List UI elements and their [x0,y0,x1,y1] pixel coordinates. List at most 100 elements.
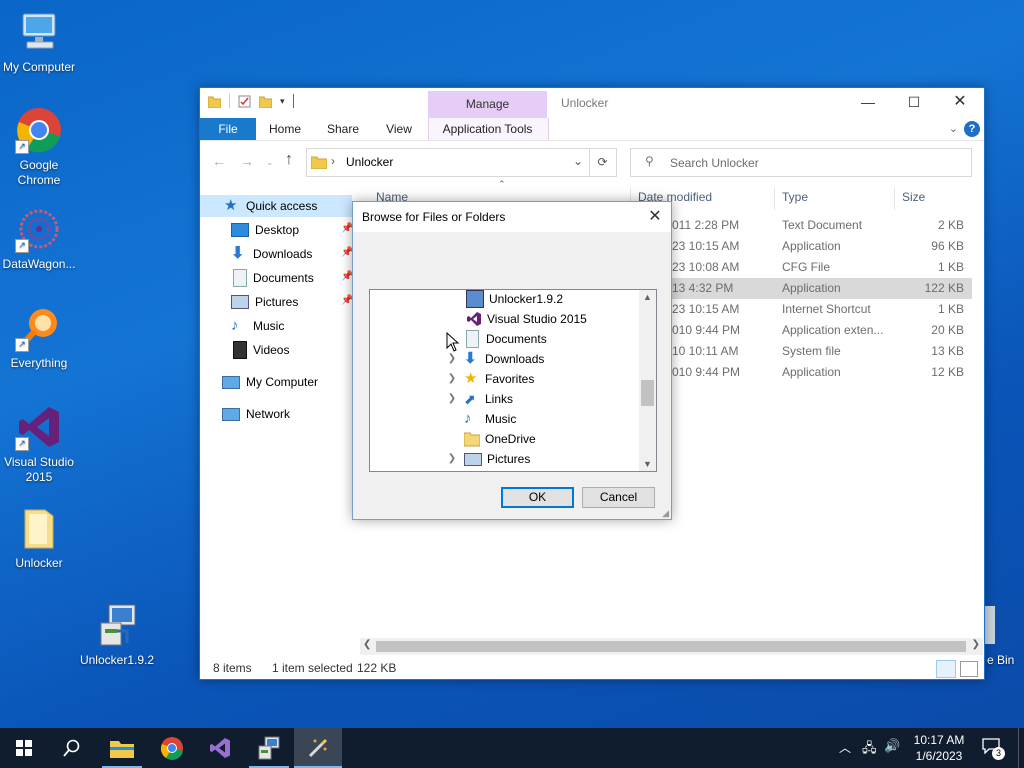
tree-item-links[interactable]: ❯ ⬈ Links [446,389,513,409]
desktop-icon-visual-studio[interactable]: ↗ Visual Studio 2015 [1,403,77,485]
desktop-icon-unlocker-folder[interactable]: Unlocker [1,504,77,571]
notification-center-button[interactable]: 3 [980,736,1006,760]
show-hidden-icons-icon[interactable]: ︿ [839,739,851,756]
tree-item-documents[interactable]: Documents [446,329,547,349]
nav-item-quick-access[interactable]: ★ Quick access [224,195,317,217]
expand-arrow-icon[interactable]: ❯ [446,449,458,469]
documents-icon [466,330,479,348]
tab-file[interactable]: File [200,118,256,140]
volume-icon[interactable]: 🔊 [884,738,900,754]
taskbar-file-explorer[interactable] [98,728,146,768]
pictures-icon [464,452,482,466]
desktop-icon [231,223,249,237]
customize-qat-icon[interactable]: ▾ [280,96,285,107]
forward-arrow-icon[interactable]: → [240,153,254,169]
shortcut-arrow-icon: ↗ [15,338,29,352]
expand-arrow-icon[interactable]: ❯ [446,349,458,369]
star-icon: ★ [224,197,238,214]
tab-share[interactable]: Share [322,118,364,140]
desktop-icon-datawagon[interactable]: ↗ DataWagon... [1,205,77,272]
desktop-icon-recycle-bin[interactable]: e Bin [985,604,1024,670]
tree-item-music[interactable]: ♪ Music [446,409,516,429]
installer-icon [258,736,280,760]
tree-item-visual-studio[interactable]: Visual Studio 2015 [466,309,587,329]
address-bar[interactable]: › Unlocker ⌄ [306,148,590,177]
back-arrow-icon[interactable]: ← [212,153,226,169]
scroll-right-icon[interactable]: ❯ [972,639,980,650]
search-input[interactable]: ⚲ Search Unlocker [630,148,972,177]
taskbar-visual-studio[interactable] [196,728,244,768]
refresh-button[interactable]: ⟳ [589,148,617,177]
tree-item-favorites[interactable]: ❯ ★ Favorites [446,369,535,389]
item-count: 8 items [213,661,252,675]
close-icon[interactable]: ✕ [645,206,665,226]
tree-item-onedrive[interactable]: OneDrive [446,429,536,449]
mouse-cursor-icon [446,332,460,352]
show-desktop-button[interactable] [1018,728,1024,768]
tree-item-downloads[interactable]: ❯ ⬇ Downloads [446,349,545,369]
clock[interactable]: 10:17 AM 1/6/2023 [906,731,972,765]
scrollbar-thumb[interactable] [376,641,966,652]
visual-studio-icon [466,311,482,327]
nav-item-documents[interactable]: Documents [231,267,314,289]
search-button[interactable] [48,728,96,768]
details-view-icon[interactable] [936,660,956,678]
nav-item-downloads[interactable]: ⬇ Downloads [231,243,312,265]
new-folder-icon[interactable] [259,95,272,108]
recent-dropdown-icon[interactable]: ⌄ [266,157,274,168]
large-icons-view-icon[interactable] [960,661,978,677]
resize-grip-icon[interactable]: ◢ [662,508,669,519]
scroll-left-icon[interactable]: ❮ [363,639,371,650]
scroll-down-icon[interactable]: ▼ [639,459,656,469]
nav-item-pictures[interactable]: Pictures [231,291,298,313]
nav-item-my-computer[interactable]: My Computer [222,371,318,393]
close-button[interactable]: ✕ [937,88,983,118]
taskbar-unlocker-setup[interactable] [245,728,293,768]
pictures-icon [231,295,249,309]
status-bar: 8 items 1 item selected 122 KB [200,657,984,679]
desktop-icon-my-computer[interactable]: My Computer [1,8,77,75]
tab-home[interactable]: Home [264,118,306,140]
scroll-up-icon[interactable]: ▲ [639,292,656,302]
taskbar-chrome[interactable] [148,728,196,768]
folder-tree[interactable]: Unlocker1.9.2 Visual Studio 2015 Documen… [369,289,657,472]
breadcrumb-unlocker[interactable]: Unlocker [346,155,393,169]
desktop-icon-unlocker-installer[interactable]: Unlocker1.9.2 [79,601,155,668]
sort-indicator-icon: ⌃ [498,179,506,189]
start-button[interactable] [0,728,48,768]
taskbar-wizard-app[interactable] [294,728,342,768]
expand-arrow-icon[interactable]: ❯ [446,389,458,409]
nav-item-videos[interactable]: Videos [231,339,289,361]
shortcut-arrow-icon: ↗ [15,437,29,451]
column-type[interactable]: Type [782,190,808,204]
help-icon[interactable]: ? [964,121,980,137]
nav-item-desktop[interactable]: Desktop [231,219,299,241]
ok-button[interactable]: OK [501,487,574,508]
up-arrow-icon[interactable]: ↑ [285,151,293,169]
tab-application-tools[interactable]: Application Tools [432,118,543,140]
nav-item-music[interactable]: ♪ Music [231,315,284,337]
vertical-scrollbar[interactable]: ▲ ▼ [639,290,656,471]
minimize-button[interactable]: — [845,88,891,118]
scrollbar-thumb[interactable] [641,380,654,406]
dialog-title: Browse for Files or Folders [362,210,506,224]
network-status-icon[interactable]: 🖧 [862,739,877,761]
properties-icon[interactable] [238,95,251,108]
maximize-button[interactable]: ☐ [891,88,937,118]
tree-item-pictures[interactable]: ❯ Pictures [446,449,531,469]
desktop-icon-google-chrome[interactable]: ↗ Google Chrome [1,106,77,188]
column-size[interactable]: Size [902,190,925,204]
cancel-button[interactable]: Cancel [582,487,655,508]
horizontal-scrollbar[interactable]: ❮ ❯ [360,638,983,655]
desktop-icon-everything[interactable]: ↗ Everything [1,304,77,371]
expand-ribbon-icon[interactable]: ⌄ [949,122,958,135]
tree-item-unlocker192[interactable]: Unlocker1.9.2 [466,290,563,309]
address-dropdown-icon[interactable]: ⌄ [573,154,583,168]
notification-badge: 3 [992,747,1005,760]
expand-arrow-icon[interactable]: ❯ [446,369,458,389]
tab-view[interactable]: View [380,118,418,140]
nav-item-network[interactable]: Network [222,403,290,425]
music-note-icon: ♪ [231,317,239,334]
tab-manage[interactable]: Manage [428,91,547,118]
shortcut-arrow-icon: ↗ [15,140,29,154]
